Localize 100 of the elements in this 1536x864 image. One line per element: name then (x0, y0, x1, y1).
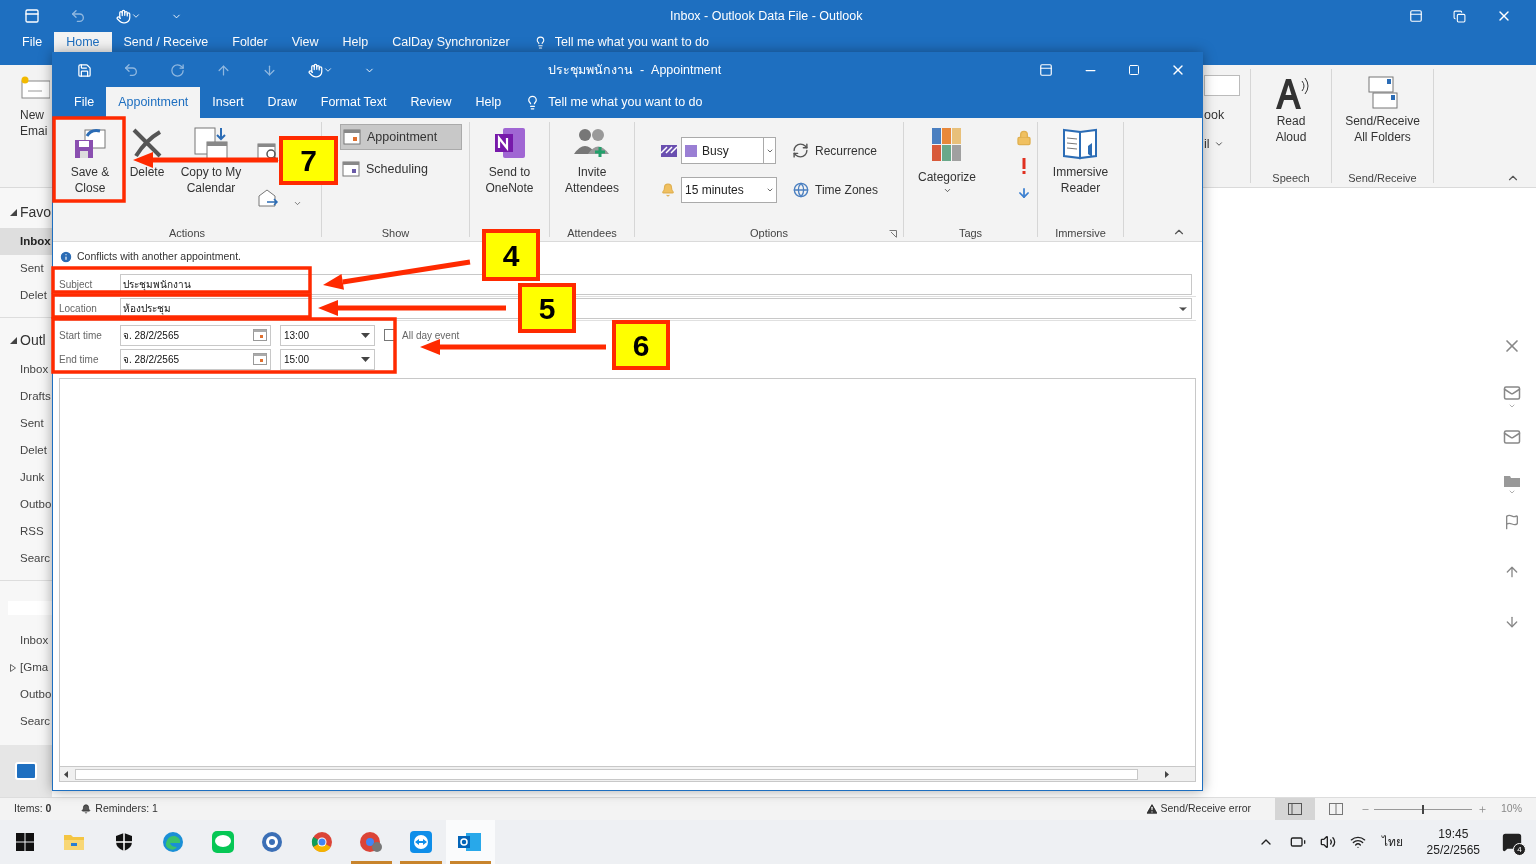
caret-icon[interactable] (766, 186, 774, 194)
folder-item[interactable]: Junk (0, 464, 52, 491)
account-heading[interactable]: Favo (0, 200, 52, 224)
view-button[interactable]: Scheduling (340, 156, 462, 182)
expand-triangle-icon[interactable] (10, 208, 17, 216)
caret-icon[interactable] (361, 332, 370, 338)
copy-to-calendar-button[interactable]: Copy to My Calendar (173, 118, 249, 196)
view-button[interactable]: Appointment (340, 124, 462, 150)
expand-triangle-icon[interactable] (10, 336, 17, 344)
folder-item[interactable]: Searc (0, 545, 52, 572)
caret-icon[interactable] (942, 186, 952, 195)
clock[interactable]: 19:45 25/2/2565 (1426, 826, 1480, 858)
panes-icon[interactable] (1288, 803, 1302, 815)
envelope-icon[interactable] (1503, 384, 1521, 410)
ribbon-tab[interactable]: View (279, 32, 331, 52)
immersive-reader-button[interactable]: Immersive Reader (1048, 118, 1113, 196)
date-picker[interactable]: จ. 28/2/2565 (120, 324, 271, 346)
horizontal-scrollbar[interactable] (60, 766, 1195, 781)
folder-item[interactable]: Inbox (0, 228, 52, 255)
folder-item[interactable]: Searc (0, 708, 52, 735)
date-picker[interactable]: จ. 28/2/2565 (120, 348, 271, 370)
touch-mode-icon[interactable] (116, 8, 141, 24)
maximize-icon[interactable] (1128, 64, 1140, 76)
caret-icon[interactable] (361, 356, 370, 362)
restore-icon[interactable] (1453, 9, 1466, 23)
ribbon-tab[interactable]: Format Text (308, 87, 399, 118)
ribbon-tab[interactable]: Home (54, 32, 112, 52)
search-field[interactable] (1204, 75, 1240, 96)
save-icon[interactable] (77, 62, 92, 78)
reminder-dropdown[interactable]: 15 minutes (681, 177, 777, 203)
ribbon-display-icon[interactable] (1409, 9, 1423, 23)
touch-mode-icon[interactable] (308, 62, 333, 78)
reminders-count[interactable]: Reminders: 1 (95, 801, 158, 817)
send-to-onenote-button[interactable]: Send to OneNote (479, 118, 540, 196)
ribbon-tab[interactable]: Appointment (106, 87, 201, 118)
categorize-button[interactable]: Categorize (904, 118, 977, 225)
dialog-launcher-icon[interactable] (889, 230, 897, 238)
forward-envelope-icon[interactable] (257, 188, 302, 208)
invite-attendees-button[interactable]: Invite Attendees (562, 118, 622, 196)
group-label: Immersive (1055, 225, 1106, 241)
calendar-icon[interactable] (253, 353, 267, 365)
time-zones-button[interactable]: Time Zones (793, 181, 878, 199)
globe-icon[interactable] (793, 182, 809, 198)
arrow-down-icon[interactable] (1017, 186, 1032, 200)
folder-item[interactable]: Drafts (0, 383, 52, 410)
ribbon-tab[interactable]: File (62, 87, 107, 118)
read-aloud-button[interactable]: Read Aloud (1271, 65, 1311, 170)
recurrence-icon[interactable] (792, 142, 809, 159)
language-indicator[interactable]: ไทย (1381, 833, 1403, 851)
app-icon[interactable] (24, 8, 40, 24)
folder-item[interactable]: Delet (0, 282, 52, 309)
delete-button[interactable]: Delete (125, 118, 169, 180)
ribbon-tab[interactable]: Help (330, 32, 381, 52)
folder-item[interactable]: RSS (0, 518, 52, 545)
zoom-slider[interactable] (1374, 804, 1472, 814)
ribbon-tab[interactable]: Draw (255, 87, 309, 118)
ribbon-tab[interactable]: Folder (220, 32, 280, 52)
folder-item[interactable]: Sent (0, 255, 52, 282)
folder-item[interactable]: Outbo (0, 681, 52, 708)
account-heading[interactable]: Outl (0, 328, 52, 352)
zoom-in-icon[interactable] (1478, 804, 1487, 814)
checkbox[interactable] (384, 329, 395, 341)
new-email-button[interactable]: New Emai (0, 65, 52, 187)
normal-view-button[interactable] (1275, 797, 1315, 821)
time-dropdown[interactable]: 15:00 (280, 348, 375, 370)
flag-icon[interactable] (1504, 514, 1520, 530)
calendar-icon[interactable] (253, 329, 267, 341)
tell-me-field[interactable]: Tell me what you want to do (554, 32, 709, 52)
send-receive-error[interactable]: Send/Receive error (1160, 801, 1251, 817)
bell-icon (81, 804, 92, 814)
chat-app-icon (211, 831, 234, 853)
ribbon-tab[interactable]: Help (463, 87, 514, 118)
folder-item[interactable]: Sent (0, 410, 52, 437)
field-label: End time (59, 352, 100, 367)
time-dropdown[interactable]: 13:00 (280, 324, 375, 346)
save-close-button[interactable]: Save & Close (55, 118, 125, 196)
ribbon-tab[interactable]: CalDay Synchronizer (380, 32, 522, 52)
envelope-icon[interactable] (1503, 428, 1521, 446)
collapsed-triangle-icon[interactable] (10, 663, 16, 672)
tell-me-field[interactable]: Tell me what you want to do (548, 93, 703, 112)
ribbon-tab[interactable]: File (10, 32, 55, 52)
ribbon-tab[interactable]: Send / Receive (111, 32, 221, 52)
wifi-icon[interactable] (1349, 834, 1366, 850)
folder-item[interactable]: Delet (0, 437, 52, 464)
ribbon-tab[interactable]: Review (398, 87, 464, 118)
ribbon-tab[interactable]: Insert (200, 87, 256, 118)
recurrence-button[interactable]: Recurrence (792, 141, 878, 160)
mail-icon[interactable] (14, 759, 38, 783)
folder-item[interactable]: [Gma (0, 654, 52, 681)
field-label: Location (59, 302, 98, 316)
exclamation-icon[interactable] (1022, 158, 1027, 174)
folder-item[interactable]: Inbox (0, 627, 52, 654)
volume-icon[interactable] (1319, 834, 1336, 850)
show-as-dropdown[interactable]: Busy (681, 137, 776, 164)
folder-item[interactable]: Inbox (0, 356, 52, 383)
ribbon-display-icon[interactable] (1039, 63, 1053, 77)
send-receive-button[interactable]: Send/Receive All Folders (1337, 65, 1428, 170)
folder-item[interactable]: Outbo (0, 491, 52, 518)
folder-icon[interactable] (1503, 474, 1521, 496)
battery-icon[interactable] (1289, 834, 1306, 850)
